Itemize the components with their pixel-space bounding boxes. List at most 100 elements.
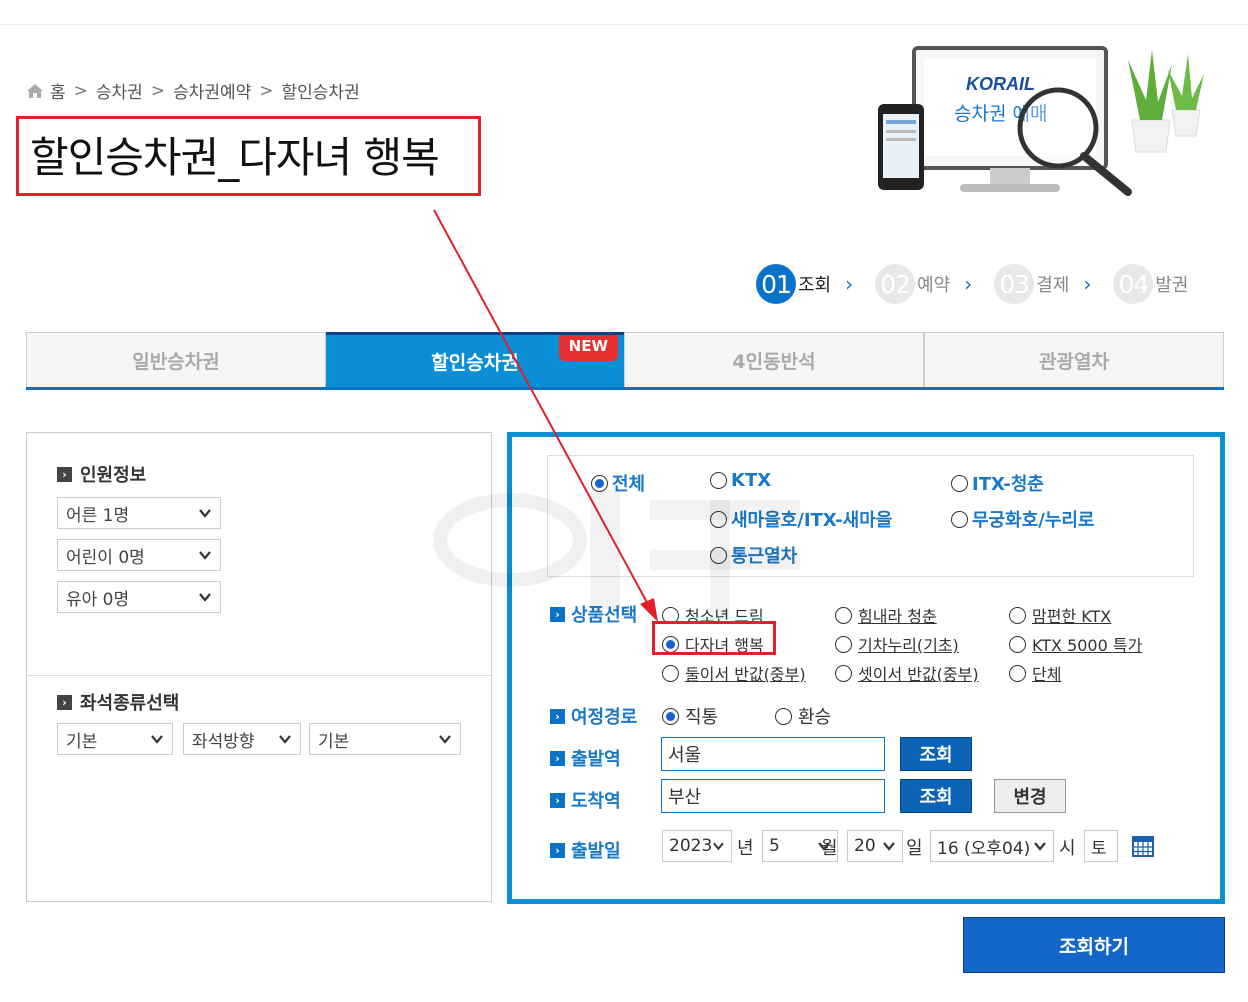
adult-select[interactable]: 어른 1명 — [57, 497, 221, 529]
product-group[interactable]: 단체 — [1009, 661, 1061, 685]
arrow-bullet-icon: › — [57, 694, 72, 710]
date-heading: › 출발일 — [550, 837, 621, 863]
route-direct-option[interactable]: 직통 — [662, 703, 718, 729]
calendar-icon[interactable] — [1132, 835, 1154, 857]
arrival-search-button[interactable]: 조회 — [900, 779, 972, 813]
departure-heading: › 출발역 — [550, 745, 621, 771]
step-number: 01 — [756, 264, 796, 304]
breadcrumb-home[interactable]: 홈 — [50, 78, 66, 103]
arrival-input[interactable]: 부산 — [661, 779, 885, 813]
breadcrumb-reservation[interactable]: 승차권예약 — [173, 78, 251, 103]
arrow-bullet-icon: › — [57, 466, 72, 482]
product-label: 기차누리(기초) — [858, 636, 959, 655]
day-select[interactable]: 20 — [847, 830, 903, 862]
home-icon[interactable] — [26, 83, 44, 99]
radio-icon[interactable] — [835, 606, 852, 624]
infant-value: 유아 0명 — [66, 589, 130, 610]
seat-type-value: 기본 — [66, 731, 98, 752]
infant-select[interactable]: 유아 0명 — [57, 581, 221, 613]
train-itx-cheongchun-label: ITX-청춘 — [972, 474, 1044, 495]
step-search: 01 조회 › — [756, 264, 875, 304]
year-value: 2023 — [669, 836, 713, 856]
radio-icon[interactable] — [1009, 664, 1026, 682]
step-number: 04 — [1113, 264, 1154, 304]
departure-input[interactable]: 서울 — [661, 737, 885, 771]
product-pair-half[interactable]: 둘이서 반값(중부) — [662, 661, 806, 685]
page-title: 할인승차권_다자녀 행복 — [30, 133, 440, 182]
passenger-heading-label: 인원정보 — [80, 465, 147, 486]
chevron-right-icon: › — [845, 272, 854, 296]
search-panel: 전체 KTX ITX-청춘 새마을호/ITX-새마을 무궁화호/누리로 통근열차… — [507, 432, 1225, 904]
train-commuter-option[interactable]: 통근열차 — [710, 542, 797, 568]
month-unit: 월 — [821, 838, 838, 859]
product-comfort-ktx[interactable]: 맘편한 KTX — [1009, 603, 1111, 627]
radio-icon[interactable] — [835, 635, 852, 653]
search-submit-button[interactable]: 조회하기 — [963, 917, 1225, 973]
radio-icon[interactable] — [951, 510, 968, 528]
seat-extra-select[interactable]: 기본 — [309, 723, 461, 755]
swap-button[interactable]: 변경 — [994, 779, 1066, 813]
chevron-down-icon — [713, 842, 724, 851]
weekday-value: 토 — [1091, 838, 1107, 859]
product-train-nuri[interactable]: 기차누리(기초) — [835, 632, 959, 656]
radio-icon[interactable] — [951, 474, 968, 492]
child-value: 어린이 0명 — [66, 547, 145, 568]
train-itx-cheongchun-option[interactable]: ITX-청춘 — [951, 470, 1044, 496]
tab-general[interactable]: 일반승차권 — [26, 332, 326, 387]
month-value: 5 — [769, 836, 780, 856]
child-select[interactable]: 어린이 0명 — [57, 539, 221, 571]
radio-icon[interactable] — [662, 664, 679, 682]
radio-icon[interactable] — [710, 472, 727, 489]
radio-icon[interactable] — [710, 546, 727, 564]
radio-checked-icon[interactable] — [662, 707, 679, 725]
train-mugunghwa-label: 무궁화호/누리로 — [972, 510, 1095, 531]
seat-type-select[interactable]: 기본 — [57, 723, 173, 755]
year-unit: 년 — [737, 838, 754, 859]
arrival-heading-label: 도착역 — [571, 791, 621, 812]
route-transfer-option[interactable]: 환승 — [775, 703, 831, 729]
step-label: 발권 — [1155, 275, 1189, 296]
radio-icon[interactable] — [710, 510, 727, 528]
step-label: 결제 — [1036, 275, 1070, 296]
step-label: 예약 — [917, 275, 951, 296]
date-heading-label: 출발일 — [571, 841, 621, 862]
arrow-bullet-icon: › — [550, 842, 565, 858]
route-heading-label: 여정경로 — [571, 707, 638, 728]
step-reserve: 02 예약 › — [875, 264, 994, 304]
radio-icon[interactable] — [775, 707, 792, 725]
korail-hero-illustration: KORAIL 승차권 예매 — [878, 46, 1204, 196]
breadcrumb-ticket[interactable]: 승차권 — [96, 78, 143, 103]
day-value: 20 — [854, 836, 876, 856]
product-ktx5000[interactable]: KTX 5000 특가 — [1009, 632, 1142, 656]
train-saemaeul-option[interactable]: 새마을호/ITX-새마을 — [710, 506, 892, 532]
train-saemaeul-label: 새마을호/ITX-새마을 — [731, 510, 893, 531]
tab-tour-train[interactable]: 관광열차 — [924, 332, 1224, 387]
train-type-box: 전체 KTX ITX-청춘 새마을호/ITX-새마을 무궁화호/누리로 통근열차 — [547, 455, 1194, 577]
radio-icon[interactable] — [1009, 606, 1026, 624]
year-select[interactable]: 2023 — [662, 830, 732, 862]
radio-icon[interactable] — [1009, 635, 1026, 653]
train-all-option[interactable]: 전체 — [591, 470, 645, 496]
seat-direction-value: 좌석방향 — [192, 731, 255, 752]
radio-checked-icon[interactable] — [591, 474, 608, 492]
radio-icon[interactable] — [835, 664, 852, 682]
train-ktx-option[interactable]: KTX — [710, 470, 771, 491]
arrow-bullet-icon: › — [550, 606, 565, 622]
product-label: KTX 5000 특가 — [1032, 636, 1143, 655]
breadcrumb-discount[interactable]: 할인승차권 — [282, 78, 360, 103]
train-commuter-label: 통근열차 — [731, 546, 798, 567]
seat-direction-select[interactable]: 좌석방향 — [183, 723, 301, 755]
departure-search-button[interactable]: 조회 — [900, 737, 972, 771]
reservation-steps: 01 조회 › 02 예약 › 03 결제 › 04 발권 — [756, 264, 1189, 304]
adult-value: 어른 1명 — [66, 505, 130, 526]
product-label: 맘편한 KTX — [1032, 607, 1112, 626]
product-trio-half[interactable]: 셋이서 반값(중부) — [835, 661, 979, 685]
train-all-label: 전체 — [612, 474, 646, 495]
product-cheer-youth[interactable]: 힘내라 청춘 — [835, 603, 937, 627]
chevron-down-icon — [199, 509, 211, 518]
train-mugunghwa-option[interactable]: 무궁화호/누리로 — [951, 506, 1095, 532]
ticket-tabs: 일반승차권 할인승차권 NEW 4인동반석 관광열차 — [26, 332, 1224, 390]
hour-select[interactable]: 16 (오후04) — [930, 830, 1054, 862]
tab-discount[interactable]: 할인승차권 NEW — [326, 332, 624, 387]
tab-four-seat[interactable]: 4인동반석 — [624, 332, 924, 387]
